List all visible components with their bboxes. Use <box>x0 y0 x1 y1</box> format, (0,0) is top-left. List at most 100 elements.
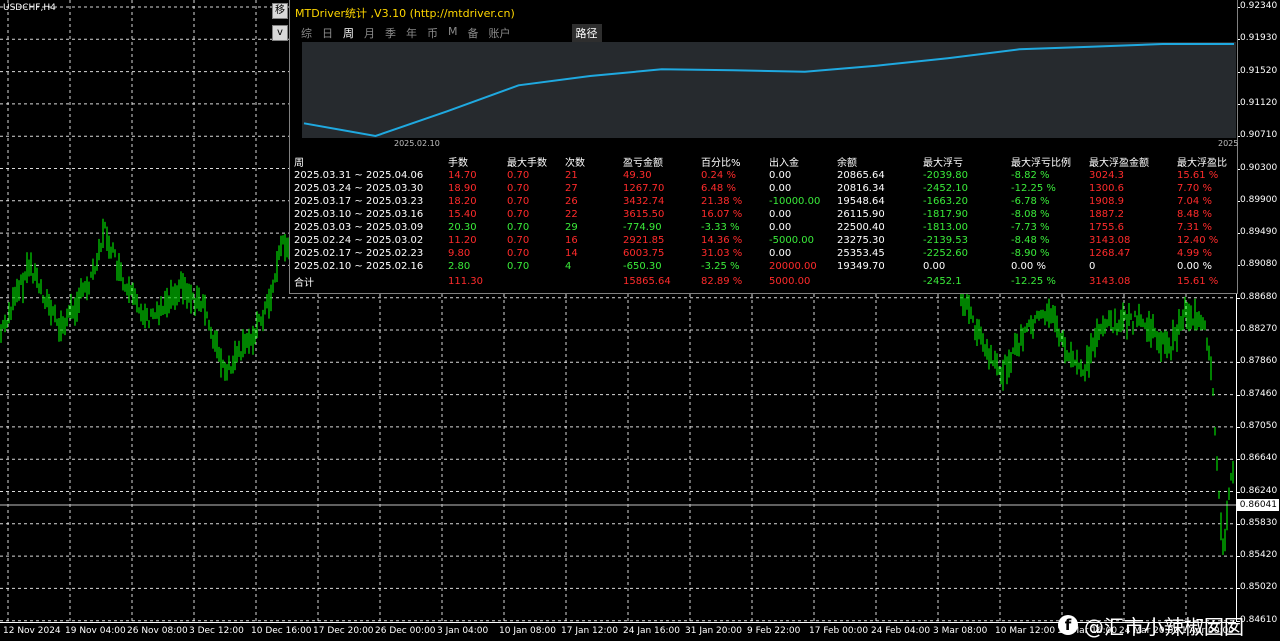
price-tick-label: 0.90710 <box>1240 130 1278 141</box>
column-header: 盈亏金额 <box>623 158 663 169</box>
total-cell: 82.89 % <box>701 276 743 287</box>
table-cell: 0.24 % <box>701 170 736 181</box>
weekly-stats-table: 周 手数 最大手数 次数 盈亏金额 百分比% 出入金 余额 最大浮亏 最大浮亏比例 最大浮盈金额 最大… <box>294 154 1233 290</box>
table-cell: 26 <box>565 196 578 207</box>
price-tick-mark <box>1237 588 1240 590</box>
column-header: 最大浮盈金额 <box>1089 158 1149 169</box>
price-tick-label: 0.87460 <box>1240 388 1278 399</box>
table-cell: 21 <box>565 170 578 181</box>
column-header: 百分比% <box>701 158 741 169</box>
table-cell: 0.70 <box>507 222 530 233</box>
price-tick-label: 0.87860 <box>1240 356 1278 367</box>
table-cell: 18.90 <box>448 183 477 194</box>
table-cell: 0.70 <box>507 209 530 220</box>
tab-3[interactable]: 月 <box>359 24 380 42</box>
table-cell: -650.30 <box>623 261 662 272</box>
price-tick-mark <box>1237 394 1240 396</box>
watermark-text: @汇市小辣椒囡囡 <box>1084 614 1244 639</box>
table-cell: 2025.02.24 ~ 2025.03.02 <box>294 235 424 246</box>
table-cell: -2039.80 <box>923 170 968 181</box>
tab-7[interactable]: M <box>443 24 463 42</box>
tab-2[interactable]: 周 <box>338 24 359 42</box>
table-cell: 19349.70 <box>837 261 885 272</box>
current-price-marker: 0.86041 <box>1237 499 1279 511</box>
time-tick-label: 12 Nov 2024 <box>3 626 61 636</box>
price-tick-label: 0.89900 <box>1240 194 1278 205</box>
collapse-button[interactable]: v <box>272 25 288 41</box>
price-tick-label: 0.85830 <box>1240 517 1278 528</box>
time-tick-label: 19 Nov 04:00 <box>65 626 126 636</box>
total-row: 合计 111.30 15865.64 82.89 % 5000.00 -2452.1 -12… <box>294 273 1233 290</box>
table-cell: 0.00 <box>769 183 792 194</box>
tab-4[interactable]: 季 <box>380 24 401 42</box>
table-cell: 20865.64 <box>837 170 885 181</box>
table-cell: 3143.08 <box>1089 235 1131 246</box>
price-tick-mark <box>1237 523 1240 525</box>
panel-title: MTDriver统计 ,V3.10 (http://mtdriver.cn) <box>295 7 515 20</box>
column-header: 次数 <box>565 158 585 169</box>
table-cell: 26115.90 <box>837 209 885 220</box>
table-cell: 2025.03.17 ~ 2025.03.23 <box>294 196 424 207</box>
table-row: 2025.03.17 ~ 2025.03.23 18.20 0.70 26 3432.7… <box>294 195 1233 208</box>
time-tick-label: 10 Dec 16:00 <box>251 626 312 636</box>
table-cell: 1300.6 <box>1089 183 1124 194</box>
equity-curve-chart <box>302 42 1236 138</box>
table-cell: 2025.03.10 ~ 2025.03.16 <box>294 209 424 220</box>
table-cell: 8.48 % <box>1177 209 1212 220</box>
table-cell: 0.00 <box>769 170 792 181</box>
table-row: 2025.02.17 ~ 2025.02.23 9.80 0.70 14 6003.75… <box>294 247 1233 260</box>
column-header: 周 <box>294 158 304 169</box>
period-tabs: 综日周月季年币 M 备账户 路径 <box>296 24 602 42</box>
price-tick-label: 0.90300 <box>1240 162 1278 173</box>
total-cell <box>837 273 923 290</box>
tab-9[interactable]: 账户 <box>484 24 516 42</box>
table-cell: 2025.03.31 ~ 2025.04.06 <box>294 170 424 181</box>
table-cell: 0.00 <box>769 222 792 233</box>
table-cell: 2025.03.24 ~ 2025.03.30 <box>294 183 424 194</box>
watermark: f @汇市小辣椒囡囡 <box>1058 612 1244 639</box>
table-row: 2025.03.10 ~ 2025.03.16 15.40 0.70 22 3615.5… <box>294 208 1233 221</box>
table-cell: 0.70 <box>507 170 530 181</box>
table-cell: 16 <box>565 235 578 246</box>
total-cell <box>507 273 565 290</box>
table-cell: 16.07 % <box>701 209 743 220</box>
tab-0[interactable]: 综 <box>296 24 317 42</box>
price-tick-mark <box>1237 556 1240 558</box>
total-cell: 5000.00 <box>769 276 811 287</box>
column-header: 最大手数 <box>507 158 547 169</box>
table-cell: 22 <box>565 209 578 220</box>
table-cell: -774.90 <box>623 222 662 233</box>
symbol-label: USDCHF,H4 <box>3 3 56 13</box>
table-cell: 3615.50 <box>623 209 665 220</box>
table-cell: -8.90 % <box>1011 248 1050 259</box>
price-tick-label: 0.86640 <box>1240 453 1278 464</box>
total-cell: -12.25 % <box>1011 276 1056 287</box>
move-button[interactable]: 移 <box>272 3 288 19</box>
time-axis[interactable]: 12 Nov 2024 19 Nov 04:00 26 Nov 08:00 3 Dec… <box>0 622 1236 641</box>
table-cell: 2.80 <box>448 261 471 272</box>
price-axis[interactable]: 0.92340 0.91930 0.91520 0.91120 0.90710 0.903… <box>1236 0 1280 625</box>
table-row: 2025.02.24 ~ 2025.03.02 11.20 0.70 16 2921.8… <box>294 234 1233 247</box>
table-cell: 0.70 <box>507 183 530 194</box>
table-cell: 31.03 % <box>701 248 743 259</box>
price-tick-label: 0.85420 <box>1240 550 1278 561</box>
price-tick-label: 0.84610 <box>1240 614 1278 625</box>
table-row: 2025.03.03 ~ 2025.03.09 20.30 0.70 29 -774.9… <box>294 221 1233 234</box>
time-tick-label: 10 Mar 12:00 <box>995 626 1056 636</box>
table-cell: 6003.75 <box>623 248 665 259</box>
tab-6[interactable]: 币 <box>422 24 443 42</box>
time-tick-label: 17 Jan 12:00 <box>561 626 618 636</box>
tab-5[interactable]: 年 <box>401 24 422 42</box>
table-cell: -8.48 % <box>1011 235 1050 246</box>
table-cell: -1663.20 <box>923 196 968 207</box>
table-row: 2025.03.31 ~ 2025.04.06 14.70 0.70 21 49.30 0… <box>294 169 1233 182</box>
table-cell: 20816.34 <box>837 183 885 194</box>
side-buttons: 移 v <box>272 3 288 47</box>
table-cell: -10000.00 <box>769 196 821 207</box>
table-cell: 0.70 <box>507 261 530 272</box>
tab-route[interactable]: 路径 <box>571 24 602 42</box>
table-cell: 0.70 <box>507 248 530 259</box>
tab-8[interactable]: 备 <box>463 24 484 42</box>
tab-1[interactable]: 日 <box>317 24 338 42</box>
table-cell: 15.40 <box>448 209 477 220</box>
